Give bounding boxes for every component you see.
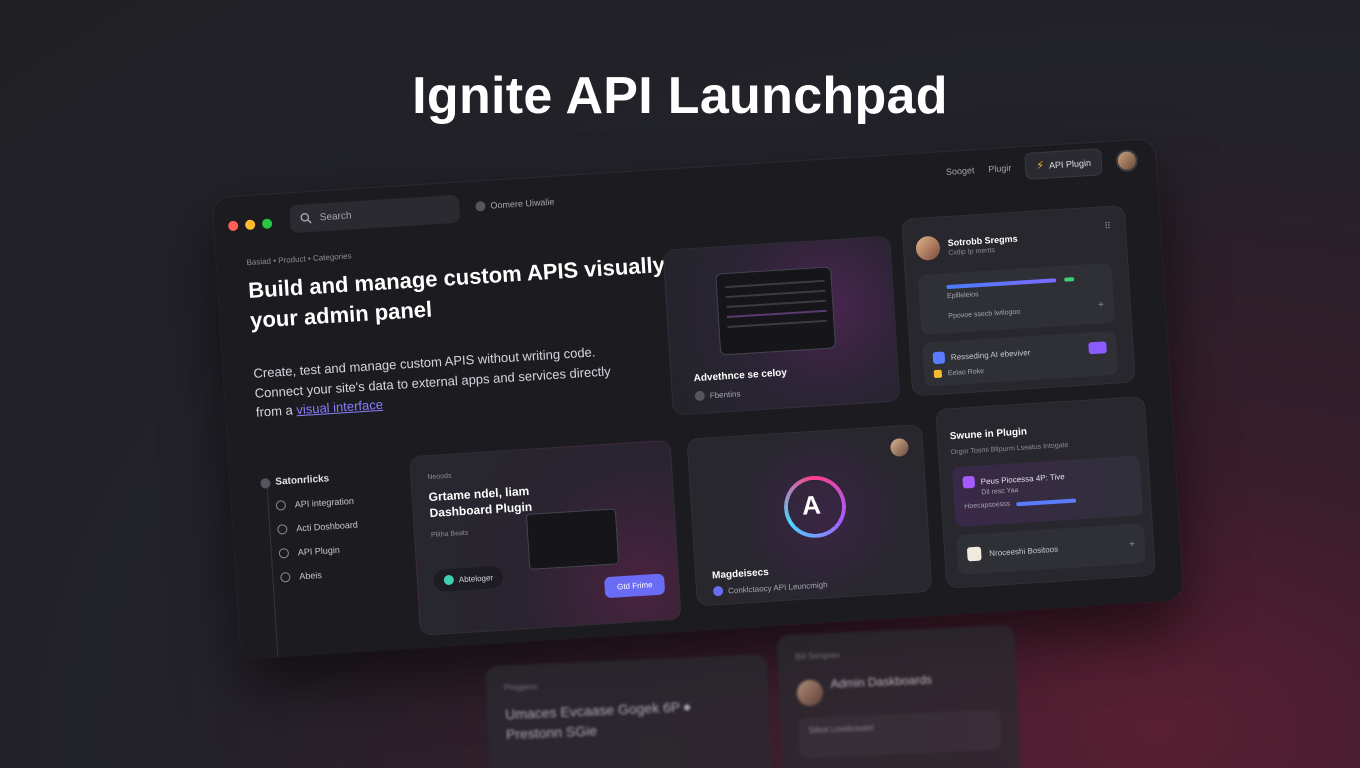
- app-window: Search Oomere Uiwalie Sooget Plugir ⚡ AP…: [212, 138, 1184, 660]
- row-label: Epllleleios: [946, 291, 979, 301]
- status-badge: [1088, 341, 1107, 355]
- avatar: [915, 235, 941, 261]
- close-button[interactable]: [227, 220, 239, 232]
- top-nav-link[interactable]: Oomere Uiwalie: [475, 197, 555, 212]
- robot-icon: [932, 351, 946, 365]
- check-icon: [443, 574, 455, 586]
- plugin-icon: [278, 548, 290, 559]
- row-label: Ppovoe ssecb Iwtlogoo: [948, 308, 1021, 321]
- card-title: Umaces Evcaase Gogek 6P ● Prestonn SGie: [504, 698, 692, 742]
- card-title: Admin Daskboards: [830, 672, 933, 691]
- api-icon: [712, 585, 724, 597]
- sidebar-item-abeis[interactable]: Abeis: [280, 568, 361, 583]
- row-label: Peus Piocessa 4P: Tive: [980, 471, 1065, 486]
- add-icon[interactable]: +: [1098, 299, 1105, 310]
- page-title: Ignite API Launchpad: [412, 67, 948, 125]
- sidebar-item-api-integration[interactable]: API integration: [275, 495, 357, 511]
- users-card[interactable]: ⠿ Sotrobb Sregms Cxtlip Ip mertts Epllle…: [901, 204, 1136, 397]
- sidebar-item-label: Acti Doshboard: [296, 519, 359, 534]
- sidebar-item-label: Abeis: [299, 569, 323, 582]
- status-badge: [1064, 277, 1075, 282]
- nav-item-sooget[interactable]: Sooget: [946, 165, 975, 177]
- shortcut-list: API integration Acti Doshboard API Plugi…: [275, 495, 362, 583]
- progress-bar: [946, 278, 1057, 290]
- grid-icon[interactable]: ⠿: [1104, 221, 1111, 232]
- card-subtitle: Orgor Tosmi Bltpurm Lseatus Intogate: [950, 441, 1069, 457]
- visual-interface-link[interactable]: visual interface: [296, 397, 383, 417]
- launch-logo-icon: A: [800, 489, 822, 521]
- file-icon: [966, 546, 982, 562]
- api-plugin-chip[interactable]: ⚡ API Plugin: [1024, 148, 1103, 180]
- avatar: [889, 437, 909, 457]
- card-title: Magdeisecs: [711, 566, 770, 582]
- user-header: Sotrobb Sregms Cxtlip Ip mertts: [915, 231, 1018, 261]
- button-label: Abteloger: [458, 572, 494, 584]
- row-label: Nroceeshi Bositoos: [988, 544, 1059, 558]
- user-row[interactable]: Resseding AI ebeviver Eelao Roke: [921, 330, 1119, 387]
- tag-icon: [933, 369, 943, 379]
- shortcuts-label: Satonrlicks: [275, 473, 330, 488]
- row-label: Hoecapsoesss: [964, 500, 1011, 511]
- primary-button[interactable]: Gtd Frime: [604, 573, 666, 599]
- avatar[interactable]: [1115, 148, 1139, 172]
- plugin-card[interactable]: Swune in Plugin Orgor Tosmi Bltpurm Lsea…: [935, 395, 1156, 589]
- laptop-illustration: [525, 508, 620, 570]
- minimize-button[interactable]: [244, 219, 256, 231]
- globe-icon: [280, 571, 291, 583]
- card-subtitle: Fbentins: [694, 388, 741, 402]
- card-subtitle-text: Conklctaocy API Leuncmigh: [727, 579, 828, 595]
- feature-card-advanced[interactable]: Advethnce se celoy Fbentins: [662, 235, 901, 416]
- sidebar-item-api-plugin[interactable]: API Plugin: [278, 544, 360, 559]
- gear-icon: [275, 500, 287, 511]
- search-placeholder: Search: [319, 209, 352, 223]
- search-icon: [300, 213, 312, 224]
- shortcuts-heading: Satonrlicks: [260, 473, 330, 489]
- progress-bar: [1016, 497, 1077, 506]
- user-progress-box: Epllleleios Ppovoe ssecb Iwtlogoo +: [917, 262, 1116, 335]
- shortcuts-icon: [260, 477, 271, 489]
- search-input[interactable]: Search: [289, 194, 461, 234]
- card-subtitle-text: Fbentins: [709, 388, 741, 400]
- maximize-button[interactable]: [261, 218, 273, 230]
- card-subtitle: Conklctaocy API Leuncmigh: [712, 579, 828, 597]
- laptop-illustration: [715, 266, 837, 356]
- sidebar-item-label: API integration: [294, 495, 355, 510]
- card-kicker: Bili Sengnes: [795, 650, 841, 662]
- info-icon: [694, 390, 706, 402]
- preview-card-right: Bili Sengnes Admin Daskboards Sifest Lov…: [776, 624, 1022, 768]
- sidebar-item-label: API Plugin: [297, 544, 341, 558]
- plugin-row[interactable]: Nroceeshi Bositoos +: [956, 523, 1147, 575]
- card-kicker: Neoods: [427, 472, 452, 482]
- preview-card-left: Pinggeos Umaces Evcaase Gogek 6P ● Prest…: [485, 653, 773, 768]
- bolt-icon: ⚡: [1035, 159, 1045, 173]
- plugin-icon: [962, 475, 976, 489]
- card-title: Advethnce se celoy: [693, 367, 788, 385]
- secondary-button[interactable]: Abteloger: [433, 565, 504, 592]
- sidebar-item-dashboard[interactable]: Acti Doshboard: [277, 520, 358, 535]
- top-nav-label: Oomere Uiwalie: [490, 196, 555, 211]
- breadcrumb: Basiad • Product • Categories: [246, 251, 352, 268]
- top-right-nav: Sooget Plugir ⚡ API Plugin: [945, 146, 1139, 185]
- avatar: [796, 679, 824, 707]
- card-title: Swune in Plugin: [949, 426, 1028, 443]
- dashboard-plugin-card[interactable]: Neoods Grtame ndel, liam Dashboard Plugi…: [409, 439, 682, 636]
- row-label: Resseding AI ebeviver: [950, 347, 1031, 362]
- plugin-status-box[interactable]: Peus Piocessa 4P: Tive Dil resc Yaa Hoec…: [951, 455, 1144, 528]
- row-label: Eelao Roke: [947, 367, 985, 377]
- subtext: Create, test and manage custom APIS with…: [253, 341, 626, 423]
- dashboard-icon: [277, 524, 288, 535]
- api-plugin-label: API Plugin: [1048, 157, 1092, 170]
- preview-row: Sifest Lovelcouast: [798, 709, 1002, 759]
- add-icon[interactable]: +: [1129, 538, 1136, 549]
- launchpad-card[interactable]: A Magdeisecs Conklctaocy API Leuncmigh: [686, 423, 933, 607]
- window-controls: [227, 218, 273, 232]
- card-subtitle: Plitha Beats: [430, 529, 469, 540]
- card-kicker: Pinggeos: [503, 681, 538, 693]
- nav-item-plugir[interactable]: Plugir: [988, 162, 1012, 173]
- user-circle-icon: [475, 200, 486, 212]
